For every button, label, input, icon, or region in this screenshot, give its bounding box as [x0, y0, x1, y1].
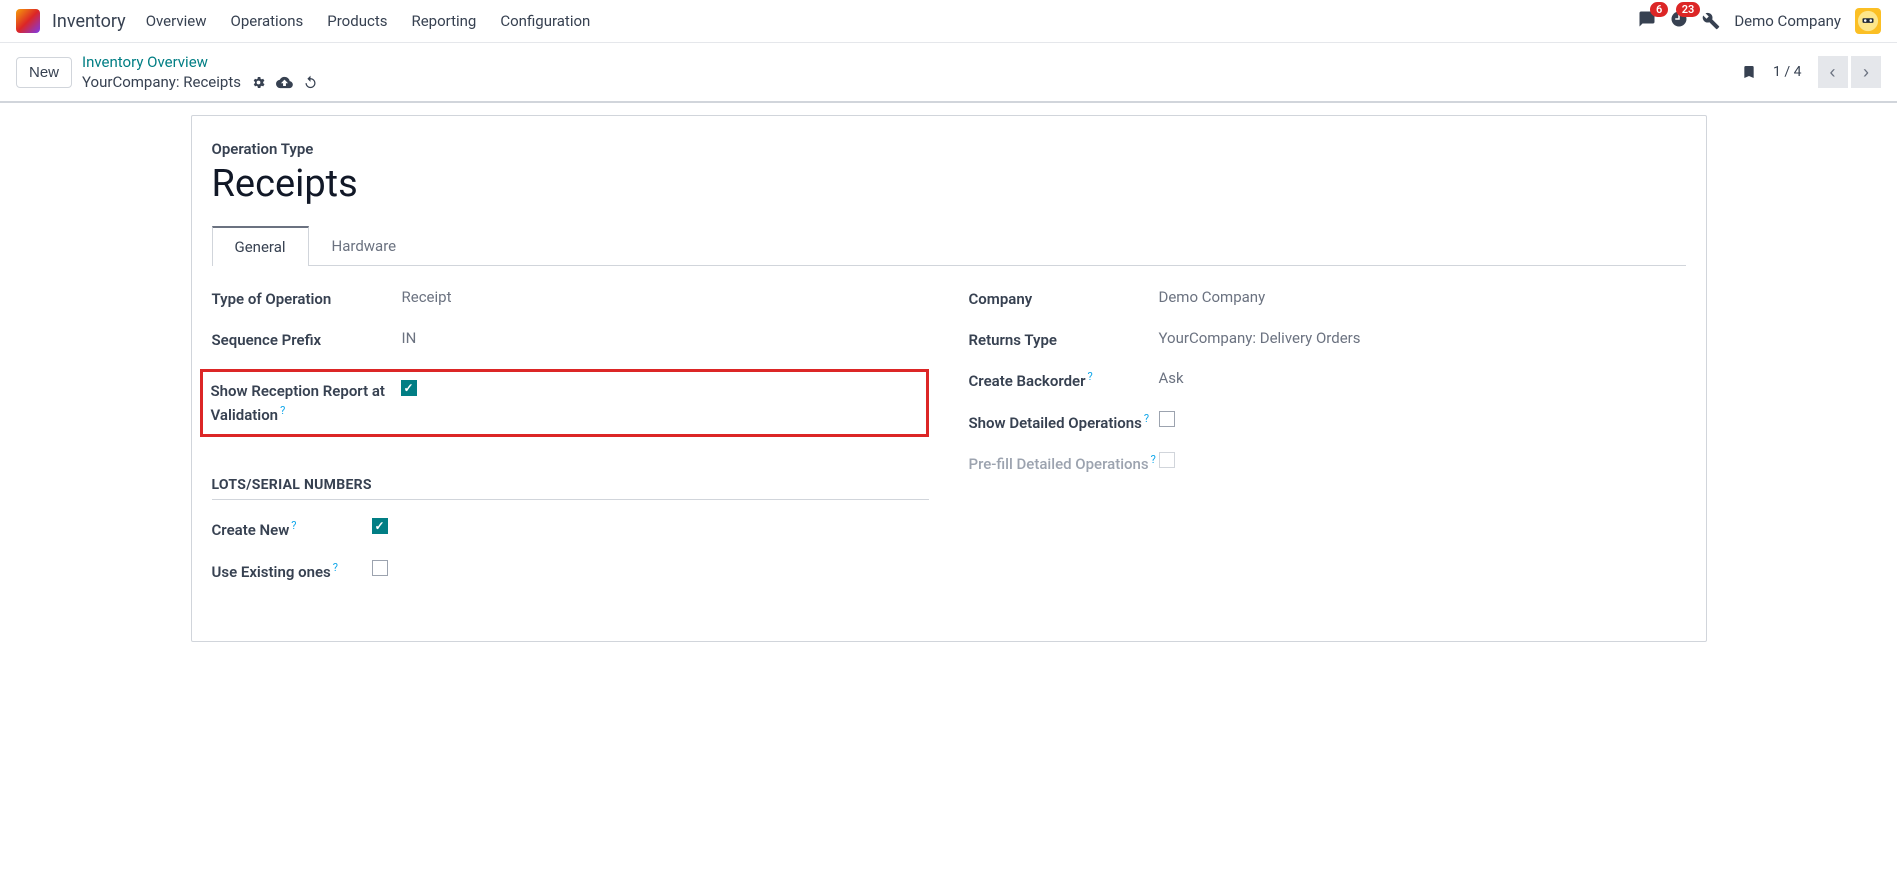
- page-title[interactable]: Receipts: [212, 162, 1686, 206]
- breadcrumb: Inventory Overview YourCompany: Receipts: [82, 53, 1741, 91]
- avatar-face-icon: [1857, 10, 1879, 32]
- tab-hardware[interactable]: Hardware: [309, 226, 420, 266]
- field-prefill-detailed-operations: Pre-fill Detailed Operations?: [969, 452, 1686, 476]
- label-type-of-operation: Type of Operation: [212, 288, 402, 311]
- nav-operations[interactable]: Operations: [231, 12, 304, 30]
- help-icon[interactable]: ?: [1088, 370, 1093, 383]
- help-icon[interactable]: ?: [280, 404, 285, 417]
- lots-section-heading: LOTS/SERIAL NUMBERS: [212, 477, 929, 500]
- value-sequence-prefix[interactable]: IN: [402, 329, 417, 347]
- pager-next-button[interactable]: ›: [1851, 56, 1881, 88]
- company-switcher[interactable]: Demo Company: [1734, 12, 1841, 30]
- label-returns-type: Returns Type: [969, 329, 1159, 352]
- value-create-backorder[interactable]: Ask: [1159, 369, 1184, 387]
- checkbox-use-existing[interactable]: [372, 560, 388, 576]
- cloud-upload-icon[interactable]: [276, 74, 293, 91]
- label-company: Company: [969, 288, 1159, 311]
- breadcrumb-current: YourCompany: Receipts: [82, 73, 241, 91]
- field-sequence-prefix: Sequence Prefix IN: [212, 329, 929, 352]
- undo-icon[interactable]: [303, 75, 318, 90]
- help-icon[interactable]: ?: [333, 561, 338, 574]
- pager-prev-button[interactable]: ‹: [1818, 56, 1848, 88]
- nav-reporting[interactable]: Reporting: [411, 12, 476, 30]
- chat-button[interactable]: 6: [1638, 10, 1656, 32]
- value-type-of-operation[interactable]: Receipt: [402, 288, 452, 306]
- field-use-existing: Use Existing ones?: [212, 560, 929, 584]
- field-type-of-operation: Type of Operation Receipt: [212, 288, 929, 311]
- section-label: Operation Type: [212, 140, 1686, 158]
- value-returns-type[interactable]: YourCompany: Delivery Orders: [1159, 329, 1361, 347]
- topbar: Inventory Overview Operations Products R…: [0, 0, 1897, 43]
- gear-icon[interactable]: [251, 75, 266, 90]
- nav-menu: Overview Operations Products Reporting C…: [146, 12, 1639, 30]
- label-sequence-prefix: Sequence Prefix: [212, 329, 402, 352]
- nav-products[interactable]: Products: [327, 12, 387, 30]
- app-name[interactable]: Inventory: [52, 11, 126, 32]
- subbar-right: 1 / 4 ‹ ›: [1741, 56, 1881, 88]
- bookmark-icon[interactable]: [1741, 63, 1757, 81]
- help-icon[interactable]: ?: [291, 519, 296, 532]
- user-avatar[interactable]: [1855, 8, 1881, 34]
- left-column: Type of Operation Receipt Sequence Prefi…: [212, 288, 929, 601]
- field-create-backorder: Create Backorder? Ask: [969, 369, 1686, 393]
- field-show-detailed-operations: Show Detailed Operations?: [969, 411, 1686, 435]
- right-column: Company Demo Company Returns Type YourCo…: [969, 288, 1686, 601]
- label-show-reception-report: Show Reception Report at Validation?: [211, 380, 401, 426]
- field-show-reception-report: Show Reception Report at Validation?: [211, 380, 918, 426]
- field-returns-type: Returns Type YourCompany: Delivery Order…: [969, 329, 1686, 352]
- tools-icon[interactable]: [1702, 12, 1720, 30]
- activity-badge: 23: [1676, 2, 1701, 17]
- label-prefill-detailed-operations: Pre-fill Detailed Operations?: [969, 452, 1159, 476]
- label-create-backorder: Create Backorder?: [969, 369, 1159, 393]
- pager-count[interactable]: 1 / 4: [1773, 64, 1801, 80]
- nav-overview[interactable]: Overview: [146, 12, 207, 30]
- value-company[interactable]: Demo Company: [1159, 288, 1266, 306]
- checkbox-show-detailed-operations[interactable]: [1159, 411, 1175, 427]
- topbar-right: 6 23 Demo Company: [1638, 8, 1881, 34]
- form-card: Operation Type Receipts General Hardware…: [191, 115, 1707, 642]
- nav-configuration[interactable]: Configuration: [500, 12, 590, 30]
- activity-button[interactable]: 23: [1670, 10, 1688, 32]
- tabs: General Hardware: [212, 226, 1686, 266]
- help-icon[interactable]: ?: [1144, 412, 1149, 425]
- new-button[interactable]: New: [16, 57, 72, 88]
- app-logo[interactable]: [16, 9, 40, 33]
- checkbox-show-reception-report[interactable]: [401, 380, 417, 396]
- field-create-new: Create New?: [212, 518, 929, 542]
- checkbox-create-new[interactable]: [372, 518, 388, 534]
- chat-badge: 6: [1650, 2, 1668, 17]
- label-use-existing: Use Existing ones?: [212, 560, 372, 584]
- field-company: Company Demo Company: [969, 288, 1686, 311]
- checkbox-prefill-detailed-operations: [1159, 452, 1175, 468]
- subbar: New Inventory Overview YourCompany: Rece…: [0, 43, 1897, 103]
- highlighted-field: Show Reception Report at Validation?: [200, 369, 929, 437]
- breadcrumb-parent-link[interactable]: Inventory Overview: [82, 53, 1741, 71]
- label-show-detailed-operations: Show Detailed Operations?: [969, 411, 1159, 435]
- label-create-new: Create New?: [212, 518, 372, 542]
- tab-general[interactable]: General: [212, 226, 309, 266]
- help-icon[interactable]: ?: [1151, 453, 1156, 466]
